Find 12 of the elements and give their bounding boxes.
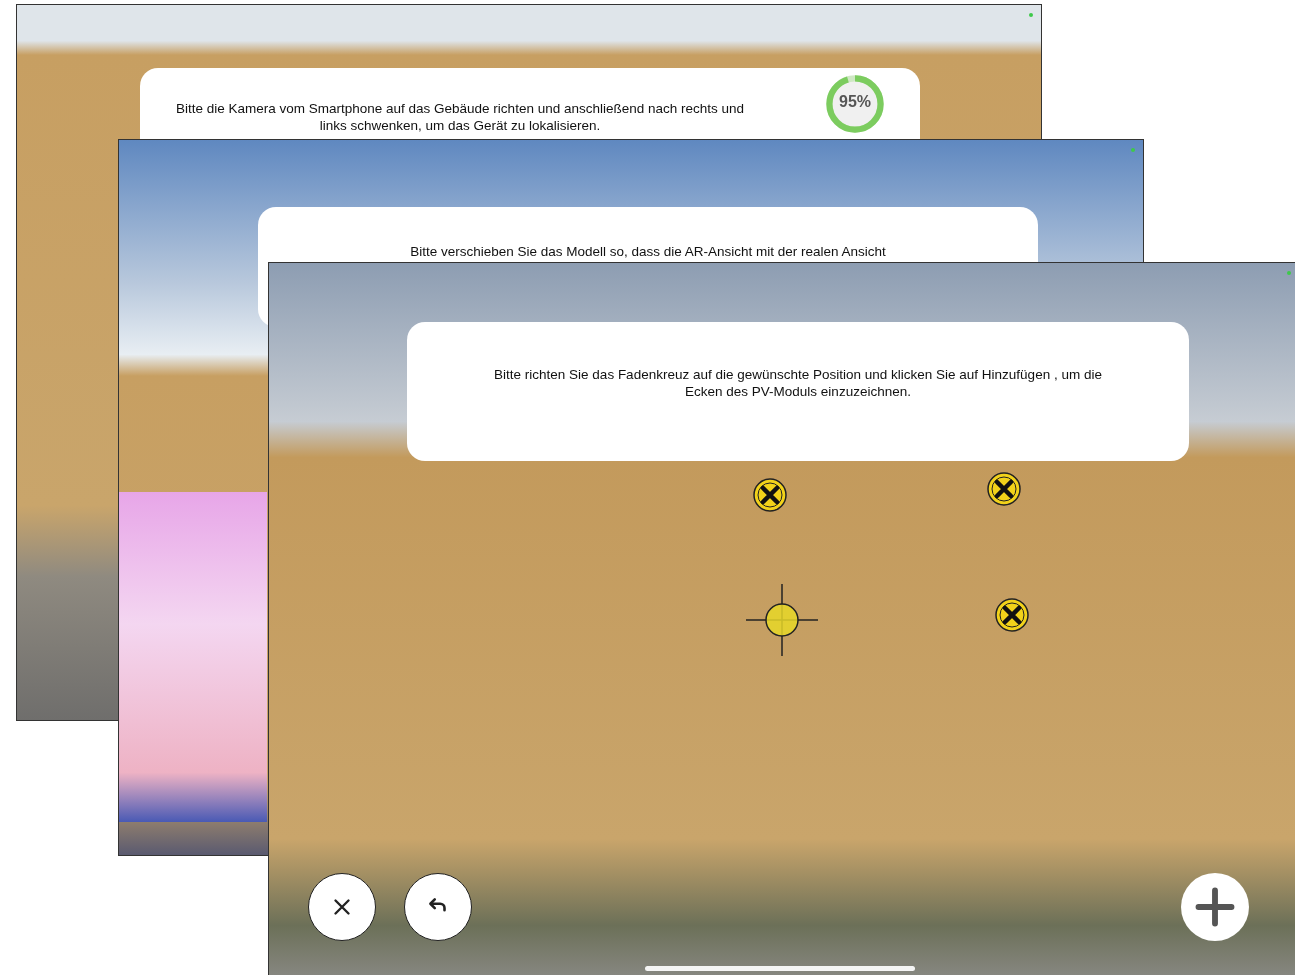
status-dot xyxy=(1287,271,1291,275)
instruction-text: Bitte verschieben Sie das Modell so, dass die AR-Ansicht mit der realen Ansicht xyxy=(410,243,886,261)
corner-marker-icon[interactable] xyxy=(986,471,1022,507)
plus-icon xyxy=(1193,885,1237,929)
corner-marker-icon[interactable] xyxy=(994,597,1030,633)
instruction-text: Bitte die Kamera vom Smartphone auf das Gebäude richten und anschließend nach rechts und links schwenken, um das Gerät zu lokalisieren. xyxy=(174,100,746,135)
instruction-text: Bitte richten Sie das Fadenkreuz auf die gewünschte Position und klicken Sie auf Hinzufügen , um die Ecken des PV-Moduls einzuzeichnen. xyxy=(493,366,1103,401)
corner-marker-icon[interactable] xyxy=(752,477,788,513)
progress-label: 95% xyxy=(838,93,872,111)
status-dot xyxy=(1131,148,1135,152)
status-dot xyxy=(1029,13,1033,17)
crosshair-icon xyxy=(746,584,818,656)
